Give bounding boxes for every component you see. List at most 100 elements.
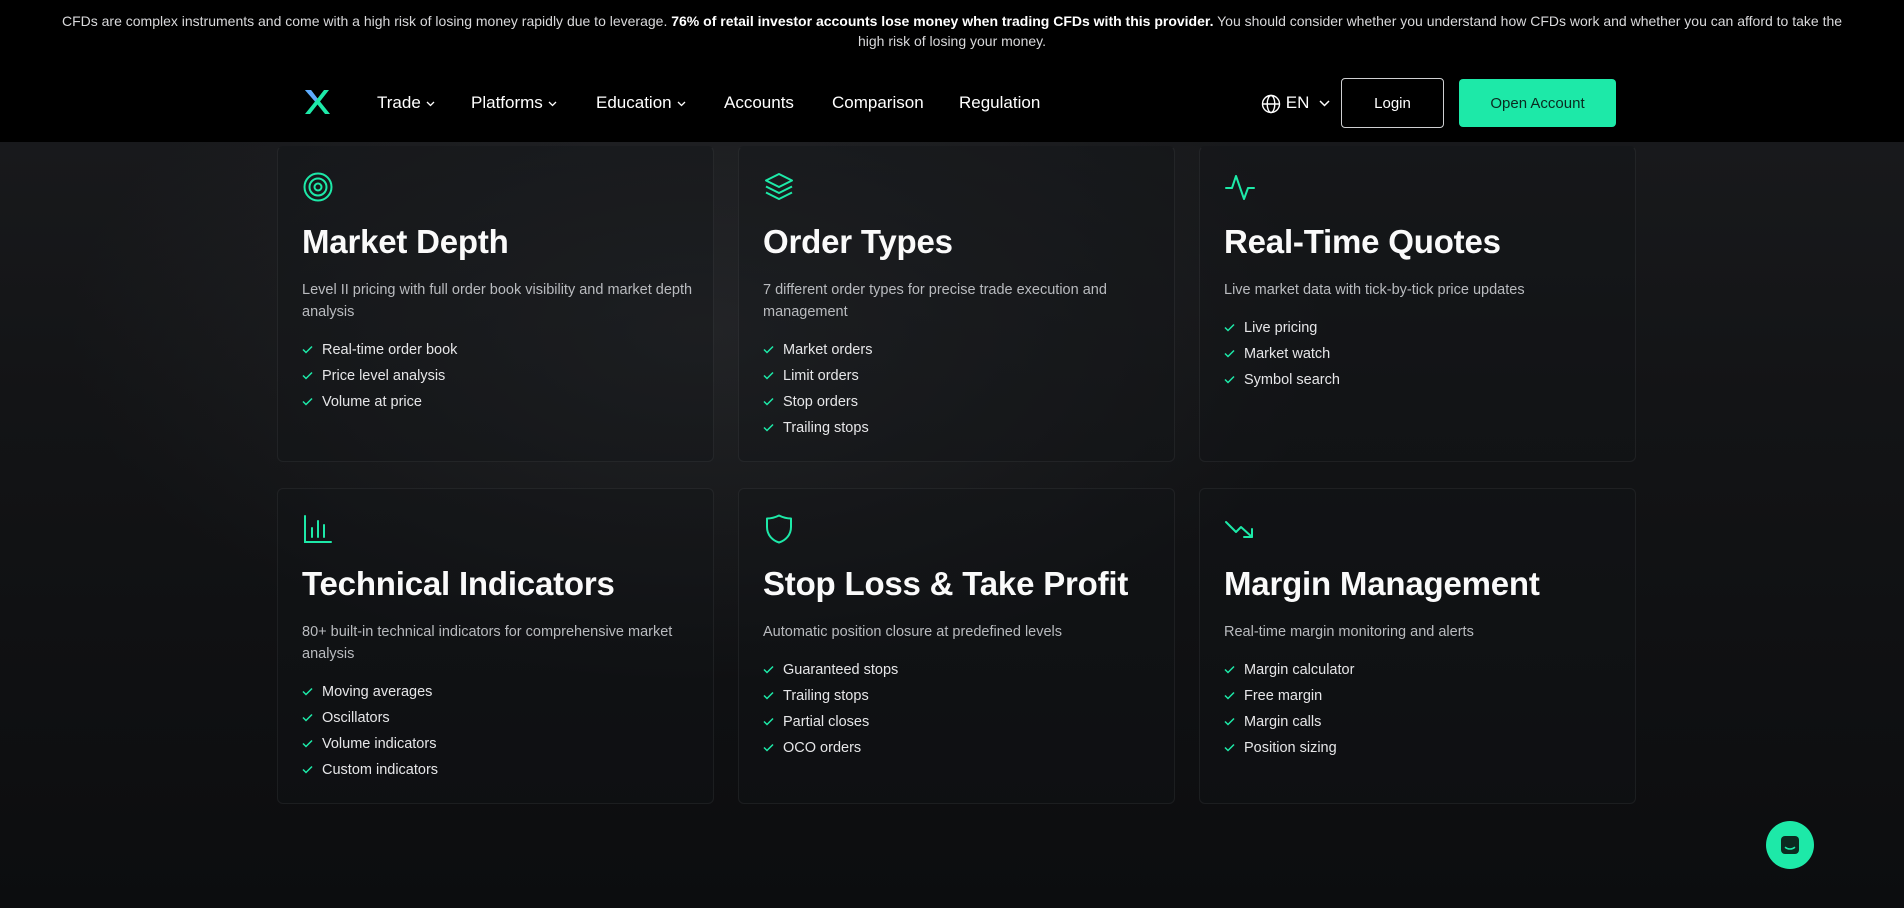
list-item-label: Limit orders [783,368,859,384]
layers-icon [765,173,793,200]
check-icon [763,683,783,709]
main-navigation: Trade Platforms Education Accounts Compa… [0,56,1904,142]
feature-list: Moving averages Oscillators Volume indic… [302,679,438,783]
globe-icon [1261,94,1281,113]
list-item-label: Margin calculator [1244,662,1355,678]
list-item: Guaranteed stops [763,657,898,683]
list-item: Position sizing [1224,735,1354,761]
check-icon [1224,735,1244,761]
language-selector[interactable]: EN [1261,92,1330,114]
feature-list: Margin calculator Free margin Margin cal… [1224,657,1354,761]
nav-comparison[interactable]: Comparison [832,92,924,114]
check-icon [763,389,783,415]
card-description: 80+ built-in technical indicators for co… [302,624,673,662]
list-item: Volume at price [302,389,457,415]
check-icon [302,757,322,783]
feature-list: Real-time order book Price level analysi… [302,337,457,415]
risk-warning-stat: 76% of retail investor accounts lose mon… [671,13,1214,29]
list-item-label: Free margin [1244,688,1323,704]
check-icon [302,337,322,363]
bar-chart-icon [304,515,332,543]
list-item: Stop orders [763,389,872,415]
list-item: Oscillators [302,705,438,731]
list-item-label: Market watch [1244,346,1331,362]
nav-platforms[interactable]: Platforms [471,92,557,114]
list-item: OCO orders [763,735,898,761]
card-title: Market Depth [302,223,509,260]
open-account-button[interactable]: Open Account [1459,79,1616,127]
list-item: Price level analysis [302,363,457,389]
chevron-down-icon [548,101,557,106]
check-icon [1224,341,1244,367]
check-icon [763,363,783,389]
card-title: Technical Indicators [302,565,615,602]
list-item: Live pricing [1224,315,1340,341]
check-icon [302,679,322,705]
list-item-label: Position sizing [1244,740,1337,756]
list-item-label: Trailing stops [783,688,869,704]
feature-list: Market orders Limit orders Stop orders T… [763,337,872,441]
feature-card-market-depth: Market Depth Level II pricing with full … [277,146,714,462]
card-title: Margin Management [1224,565,1540,602]
feature-list: Live pricing Market watch Symbol search [1224,315,1340,393]
list-item: Trailing stops [763,415,872,441]
list-item-label: Margin calls [1244,714,1322,730]
check-icon [1224,315,1244,341]
list-item-label: Custom indicators [322,762,439,778]
check-icon [763,657,783,683]
nav-trade-label: Trade [377,93,421,112]
shield-icon [766,514,792,544]
list-item-label: Moving averages [322,684,433,700]
check-icon [1224,683,1244,709]
list-item-label: Real-time order book [322,342,458,358]
feature-card-technical-indicators: Technical Indicators 80+ built-in techni… [277,488,714,804]
feature-card-order-types: Order Types 7 different order types for … [738,146,1175,462]
chat-widget-button[interactable] [1766,821,1814,869]
brand-logo[interactable] [302,89,332,115]
check-icon [302,363,322,389]
nav-trade[interactable]: Trade [377,92,435,114]
feature-card-stop-loss-take-profit: Stop Loss & Take Profit Automatic positi… [738,488,1175,804]
feature-card-real-time-quotes: Real-Time Quotes Live market data with t… [1199,146,1636,462]
list-item: Margin calculator [1224,657,1354,683]
list-item: Free margin [1224,683,1354,709]
card-description: 7 different order types for precise trad… [763,282,1107,320]
language-code: EN [1285,93,1310,112]
card-description: Live market data with tick-by-tick price… [1224,282,1525,298]
nav-education-label: Education [596,93,672,112]
card-description: Real-time margin monitoring and alerts [1224,624,1474,640]
list-item: Margin calls [1224,709,1354,735]
chevron-down-icon [677,101,686,106]
nav-education[interactable]: Education [596,92,686,114]
list-item-label: Volume at price [322,394,422,410]
check-icon [763,709,783,735]
check-icon [302,731,322,757]
card-title: Stop Loss & Take Profit [763,565,1129,602]
list-item: Trailing stops [763,683,898,709]
target-icon [303,172,333,202]
nav-platforms-label: Platforms [471,93,543,112]
check-icon [763,735,783,761]
check-icon [302,389,322,415]
list-item: Symbol search [1224,367,1340,393]
check-icon [1224,657,1244,683]
list-item-label: Stop orders [783,394,858,410]
list-item: Partial closes [763,709,898,735]
list-item: Market watch [1224,341,1340,367]
check-icon [1224,709,1244,735]
list-item-label: Live pricing [1244,320,1318,336]
list-item: Real-time order book [302,337,457,363]
card-title: Real-Time Quotes [1224,223,1501,260]
list-item: Moving averages [302,679,438,705]
list-item-label: Volume indicators [322,736,437,752]
check-icon [763,337,783,363]
login-button[interactable]: Login [1341,78,1444,128]
check-icon [302,705,322,731]
trending-down-icon [1225,521,1253,538]
check-icon [1224,367,1244,393]
nav-regulation[interactable]: Regulation [959,92,1040,114]
card-title: Order Types [763,223,953,260]
list-item-label: Price level analysis [322,368,446,384]
nav-accounts[interactable]: Accounts [724,92,794,114]
list-item: Limit orders [763,363,872,389]
